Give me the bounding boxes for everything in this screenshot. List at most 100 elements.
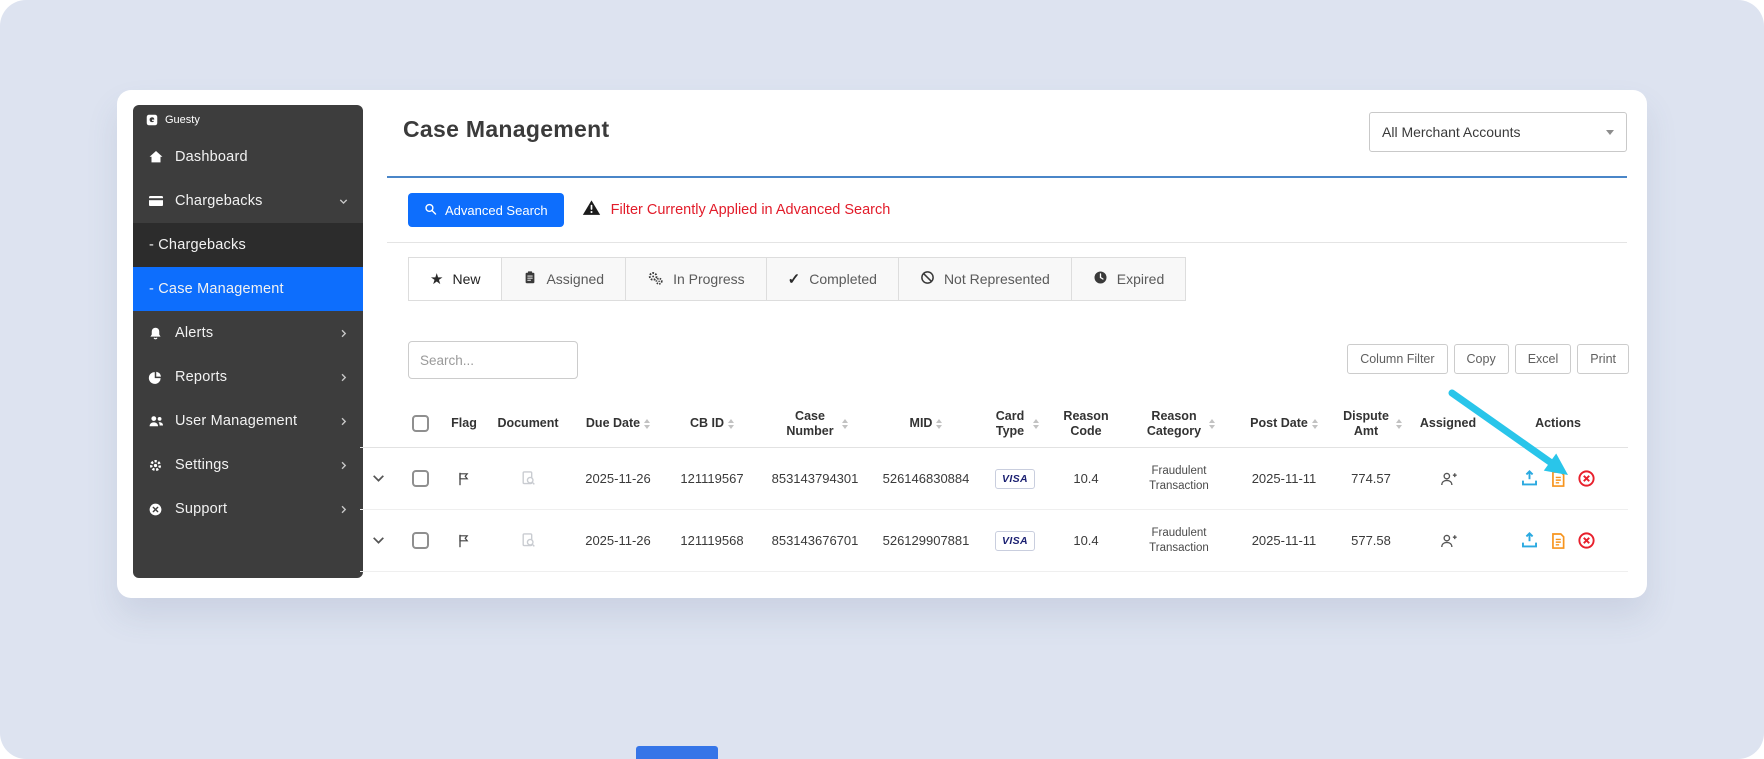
- sidebar-item-case-management[interactable]: - Case Management: [133, 267, 363, 311]
- col-case-number[interactable]: Case Number: [760, 400, 870, 447]
- gear-icon: [147, 458, 164, 473]
- app-window: Guesty Dashboard Chargebacks - Chargebac…: [117, 90, 1647, 598]
- col-flag: Flag: [451, 416, 477, 430]
- tab-label: In Progress: [673, 271, 745, 287]
- filter-warning: Filter Currently Applied in Advanced Sea…: [582, 199, 891, 221]
- edit-note-icon[interactable]: [1549, 532, 1567, 550]
- credit-card-icon: [147, 193, 164, 209]
- document-preview-icon[interactable]: [520, 532, 537, 549]
- tab-not-represented[interactable]: Not Represented: [897, 257, 1072, 301]
- tab-expired[interactable]: Expired: [1070, 257, 1187, 301]
- upload-document-icon[interactable]: [1520, 531, 1539, 550]
- sidebar-item-label: Settings: [175, 457, 229, 473]
- col-due-date[interactable]: Due Date: [572, 400, 664, 447]
- row-checkbox[interactable]: [411, 470, 429, 487]
- remove-case-icon[interactable]: [1577, 531, 1596, 550]
- due-date-cell: 2025-11-26: [585, 533, 651, 548]
- guesty-logo-icon: [146, 114, 158, 126]
- bell-icon: [147, 326, 164, 341]
- cb-id-cell: 121119567: [680, 471, 744, 486]
- sidebar-item-reports[interactable]: Reports: [133, 355, 363, 399]
- table-row: 2025-11-26 121119567 853143794301 526146…: [360, 448, 1628, 510]
- expand-row-chevron-icon[interactable]: [371, 533, 386, 548]
- select-all-checkbox[interactable]: [411, 415, 429, 432]
- reason-category-cell: Fraudulent Transaction: [1149, 527, 1209, 554]
- edit-note-icon[interactable]: [1549, 470, 1567, 488]
- col-expand: [360, 400, 396, 447]
- col-reason-category[interactable]: Reason Category: [1124, 400, 1234, 447]
- status-tabs: ★ New Assigned In Progress ✓ Completed N…: [408, 257, 1187, 301]
- chevron-right-icon: [338, 416, 349, 427]
- column-filter-button[interactable]: Column Filter: [1347, 344, 1448, 374]
- sidebar-item-chargebacks-sub[interactable]: - Chargebacks: [133, 223, 363, 267]
- chevron-right-icon: [338, 460, 349, 471]
- flag-icon[interactable]: [456, 471, 472, 487]
- tab-in-progress[interactable]: In Progress: [625, 257, 767, 301]
- advanced-search-label: Advanced Search: [445, 202, 548, 218]
- sidebar-item-user-management[interactable]: User Management: [133, 399, 363, 443]
- tab-new[interactable]: ★ New: [408, 257, 503, 301]
- cb-id-cell: 121119568: [680, 533, 744, 548]
- sidebar-item-support[interactable]: Support: [133, 487, 363, 531]
- page-title: Case Management: [403, 116, 610, 142]
- col-assigned: Assigned: [1419, 416, 1477, 430]
- export-toolbar: Column Filter Copy Excel Print: [1347, 344, 1629, 374]
- col-select: [396, 400, 444, 447]
- sidebar-item-dashboard[interactable]: Dashboard: [133, 135, 363, 179]
- document-preview-icon[interactable]: [520, 470, 537, 487]
- tab-label: Expired: [1116, 271, 1165, 287]
- mid-cell: 526129907881: [882, 533, 970, 548]
- cases-table: Flag Document Due Date CB ID Case Number…: [360, 400, 1628, 572]
- print-button[interactable]: Print: [1577, 344, 1629, 374]
- sidebar-item-label: Chargebacks: [175, 193, 263, 209]
- search-icon: [424, 202, 437, 219]
- sidebar-item-chargebacks[interactable]: Chargebacks: [133, 179, 363, 223]
- col-cb-id[interactable]: CB ID: [664, 400, 760, 447]
- table-header: Flag Document Due Date CB ID Case Number…: [360, 400, 1628, 448]
- tab-assigned[interactable]: Assigned: [501, 257, 627, 301]
- row-checkbox[interactable]: [411, 532, 429, 549]
- copy-button[interactable]: Copy: [1453, 344, 1509, 374]
- dispute-amt-cell: 774.57: [1351, 471, 1391, 486]
- col-post-date[interactable]: Post Date: [1234, 400, 1334, 447]
- partial-bottom-element: [636, 746, 718, 759]
- filter-warning-text: Filter Currently Applied in Advanced Sea…: [610, 202, 891, 218]
- expand-row-chevron-icon[interactable]: [371, 471, 386, 486]
- case-number-cell: 853143794301: [771, 471, 859, 486]
- remove-case-icon[interactable]: [1577, 469, 1596, 488]
- merchant-accounts-value: All Merchant Accounts: [1382, 124, 1521, 140]
- due-date-cell: 2025-11-26: [585, 471, 651, 486]
- upload-document-icon[interactable]: [1520, 469, 1539, 488]
- sidebar-item-alerts[interactable]: Alerts: [133, 311, 363, 355]
- sort-icon: [842, 418, 848, 429]
- sidebar-item-label: Support: [175, 501, 228, 517]
- search-input[interactable]: [408, 341, 578, 379]
- sidebar-item-label: User Management: [175, 413, 298, 429]
- mid-cell: 526146830884: [882, 471, 970, 486]
- sidebar-item-settings[interactable]: Settings: [133, 443, 363, 487]
- col-dispute-amt[interactable]: Dispute Amt: [1334, 400, 1408, 447]
- col-mid[interactable]: MID: [870, 400, 982, 447]
- pie-chart-icon: [147, 370, 164, 385]
- sidebar-item-label: Alerts: [175, 325, 214, 341]
- tab-label: Not Represented: [943, 271, 1050, 287]
- col-card-type[interactable]: Card Type: [982, 400, 1048, 447]
- dispute-amt-cell: 577.58: [1351, 533, 1391, 548]
- assign-user-icon[interactable]: [1439, 532, 1458, 550]
- excel-button[interactable]: Excel: [1514, 344, 1572, 374]
- flag-icon[interactable]: [456, 533, 472, 549]
- post-date-cell: 2025-11-11: [1251, 533, 1317, 548]
- case-number-cell: 853143676701: [771, 533, 859, 548]
- sidebar-item-label: - Chargebacks: [149, 237, 246, 253]
- section-divider: [387, 242, 1627, 243]
- home-icon: [147, 149, 164, 165]
- tab-label: New: [452, 271, 481, 287]
- advanced-search-button[interactable]: Advanced Search: [408, 193, 564, 227]
- chevron-down-icon: [1606, 129, 1614, 135]
- assign-user-icon[interactable]: [1439, 470, 1458, 488]
- tab-completed[interactable]: ✓ Completed: [765, 257, 899, 301]
- merchant-accounts-dropdown[interactable]: All Merchant Accounts: [1369, 112, 1627, 152]
- sort-icon: [644, 418, 651, 429]
- users-icon: [147, 413, 164, 429]
- star-icon: ★: [430, 271, 444, 288]
